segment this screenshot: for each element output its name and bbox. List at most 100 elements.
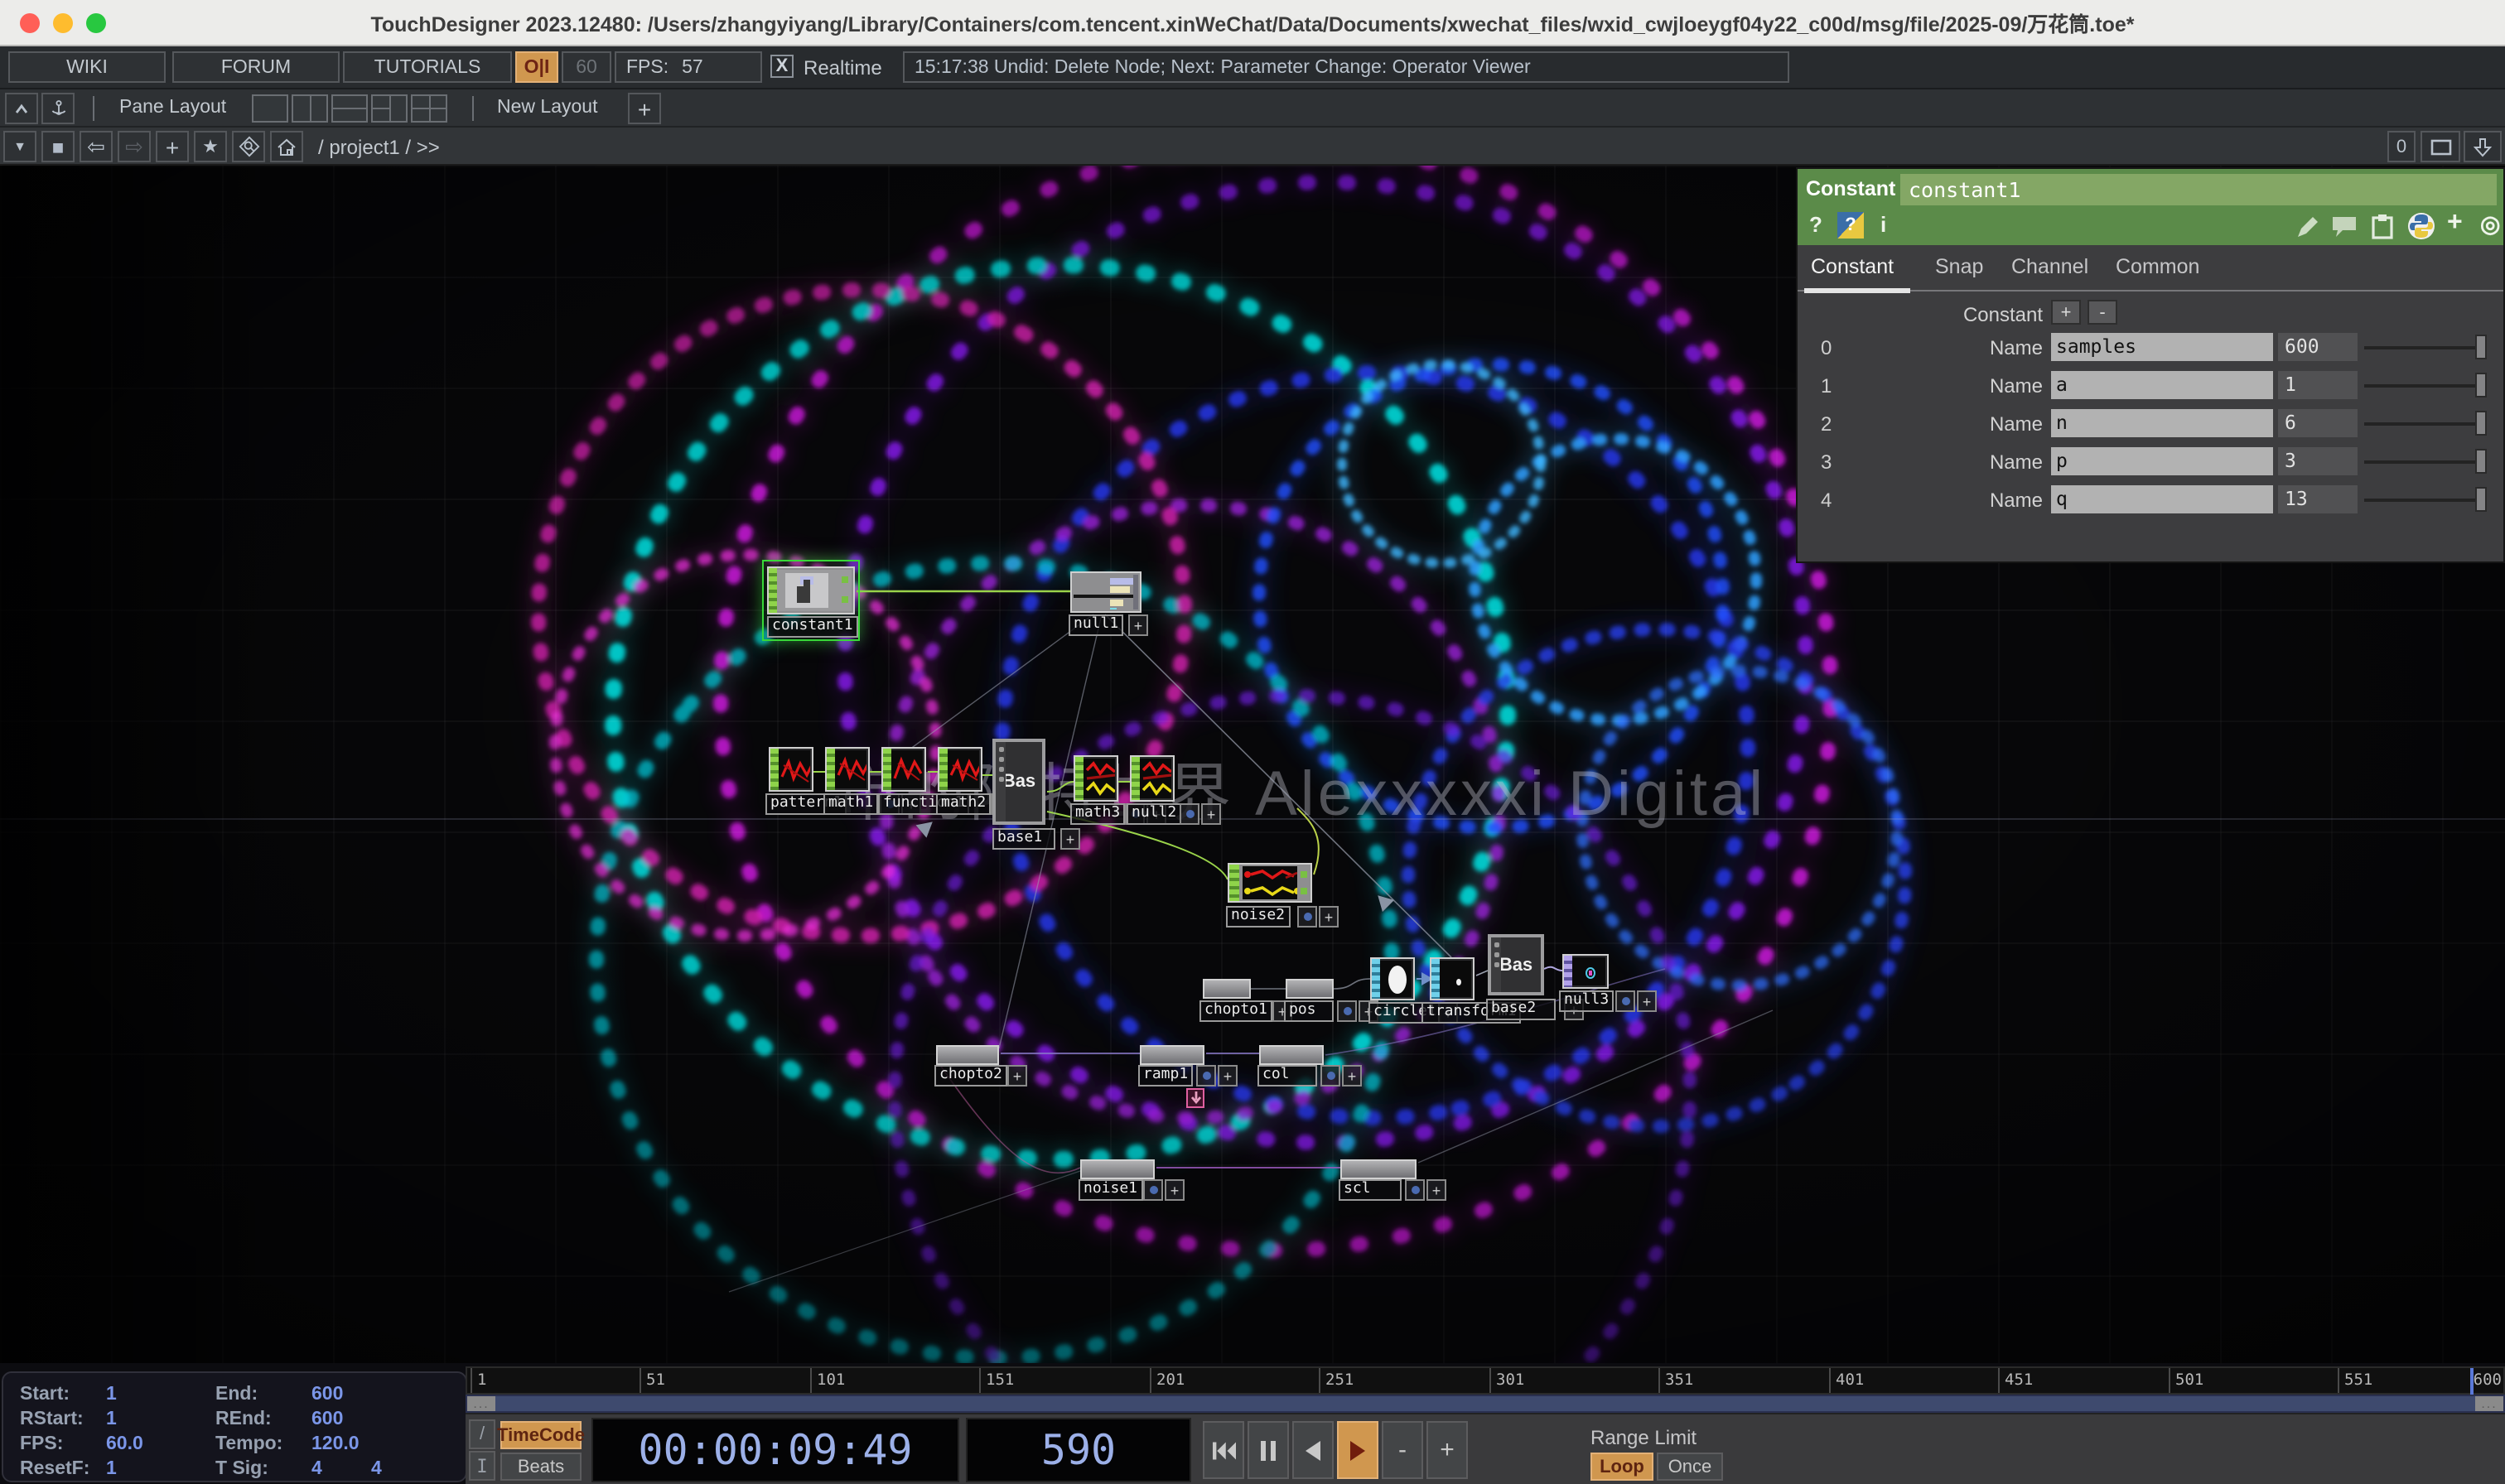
playhead[interactable]: [2470, 1368, 2474, 1396]
start-value[interactable]: 1: [106, 1385, 117, 1404]
node-label-ramp1[interactable]: ramp1: [1138, 1065, 1193, 1086]
node-viewer-toggle[interactable]: [1320, 1065, 1340, 1086]
timeline-range-bar[interactable]: ... ...: [466, 1395, 2505, 1413]
add-operator-button[interactable]: +: [156, 131, 189, 162]
node-math2[interactable]: [938, 747, 982, 792]
navigate-forward-button[interactable]: ⇨: [118, 131, 151, 162]
tab-common[interactable]: Common: [2116, 255, 2199, 278]
node-null2[interactable]: [1130, 755, 1175, 802]
zoom-window-button[interactable]: [86, 13, 106, 33]
timecode-mode-button[interactable]: TimeCode: [500, 1421, 582, 1449]
operator-name-field[interactable]: constant1: [1900, 173, 2497, 205]
node-label-pos[interactable]: pos: [1284, 1000, 1334, 1022]
node-label-null3[interactable]: null3: [1559, 990, 1614, 1012]
wiki-button[interactable]: WIKI: [8, 51, 166, 83]
home-network-button[interactable]: [270, 131, 303, 162]
tsig-numerator[interactable]: 4: [311, 1459, 322, 1479]
node-chopto1[interactable]: [1203, 979, 1251, 999]
target-pick-icon[interactable]: ◎: [2480, 210, 2500, 238]
node-function1[interactable]: [881, 747, 926, 792]
node-base1[interactable]: Bas: [992, 739, 1045, 825]
param-name-input[interactable]: samples: [2051, 333, 2273, 361]
timeline-mode-ibeam-button[interactable]: I: [469, 1451, 495, 1481]
node-pos[interactable]: [1286, 979, 1334, 999]
info-icon[interactable]: i: [1880, 212, 1886, 237]
node-ramp1[interactable]: [1140, 1045, 1204, 1065]
node-expand-button[interactable]: +: [1007, 1065, 1027, 1086]
realtime-checkbox[interactable]: X: [770, 55, 794, 78]
node-circle1[interactable]: [1370, 957, 1415, 1000]
close-window-button[interactable]: [20, 13, 40, 33]
tutorials-button[interactable]: TUTORIALS: [343, 51, 512, 83]
node-expand-button[interactable]: +: [1637, 990, 1657, 1012]
node-viewer-toggle[interactable]: [1180, 803, 1199, 825]
collapse-parameters-button[interactable]: [2464, 131, 2502, 162]
python-expressions-icon[interactable]: [2407, 212, 2435, 240]
node-noise1[interactable]: [1080, 1159, 1155, 1179]
param-value-field[interactable]: 3: [2278, 447, 2358, 475]
node-pattern1[interactable]: [769, 747, 813, 792]
node-math3[interactable]: [1074, 755, 1118, 802]
node-label-base1[interactable]: base1: [992, 828, 1055, 850]
node-expand-button[interactable]: +: [1201, 803, 1221, 825]
jump-to-start-button[interactable]: [1203, 1421, 1244, 1479]
node-chopto2[interactable]: [936, 1045, 999, 1065]
copy-parameters-icon[interactable]: [2371, 214, 2394, 240]
param-slider[interactable]: [2364, 485, 2487, 513]
node-viewer-toggle[interactable]: [1615, 990, 1635, 1012]
node-base2[interactable]: Bas: [1488, 934, 1544, 995]
target-fps-value[interactable]: 60: [562, 51, 611, 83]
node-label-math1[interactable]: math1: [823, 793, 878, 815]
tab-constant[interactable]: Constant: [1811, 255, 1894, 278]
end-value[interactable]: 600: [311, 1385, 343, 1404]
step-forward-button[interactable]: +: [1426, 1421, 1468, 1479]
node-label-math3[interactable]: math3: [1070, 803, 1125, 825]
range-end-handle[interactable]: ...: [2475, 1396, 2503, 1411]
resetf-value[interactable]: 1: [106, 1459, 117, 1479]
midi-oi-button[interactable]: O|I: [515, 51, 558, 83]
node-label-math2[interactable]: math2: [936, 793, 991, 815]
param-slider[interactable]: [2364, 409, 2487, 437]
remove-constant-button[interactable]: -: [2088, 300, 2117, 325]
node-expand-button[interactable]: +: [1342, 1065, 1362, 1086]
node-expand-button[interactable]: +: [1319, 906, 1339, 928]
param-label[interactable]: Name: [1897, 374, 2043, 398]
param-name-input[interactable]: n: [2051, 409, 2273, 437]
step-back-button[interactable]: -: [1382, 1421, 1423, 1479]
layout-single-button[interactable]: [252, 94, 288, 123]
beats-mode-button[interactable]: Beats: [500, 1453, 582, 1481]
node-viewer-toggle[interactable]: [1405, 1179, 1425, 1201]
param-name-input[interactable]: a: [2051, 371, 2273, 399]
node-expand-button[interactable]: +: [1165, 1179, 1185, 1201]
node-noise2[interactable]: [1228, 863, 1312, 903]
node-label-null2[interactable]: null2: [1127, 803, 1181, 825]
add-layout-button[interactable]: +: [628, 93, 661, 124]
node-label-noise1[interactable]: noise1: [1079, 1179, 1142, 1201]
once-button[interactable]: Once: [1657, 1453, 1723, 1481]
add-parameter-page-icon[interactable]: +: [2447, 209, 2463, 238]
layout-quad-button[interactable]: [411, 94, 447, 123]
node-scl[interactable]: [1340, 1159, 1417, 1179]
param-label[interactable]: Name: [1897, 336, 2043, 359]
timeline-mode-slash-button[interactable]: /: [469, 1419, 495, 1449]
maximize-pane-icon[interactable]: [5, 93, 38, 124]
param-slider[interactable]: [2364, 333, 2487, 361]
rend-value[interactable]: 600: [311, 1409, 343, 1429]
node-label-scl[interactable]: scl: [1339, 1179, 1402, 1201]
search-network-button[interactable]: [232, 131, 265, 162]
tempo-value[interactable]: 120.0: [311, 1434, 360, 1454]
param-value-field[interactable]: 1: [2278, 371, 2358, 399]
export-flag-badge[interactable]: [1186, 1088, 1204, 1108]
node-viewer-toggle[interactable]: [1297, 906, 1317, 928]
node-col[interactable]: [1259, 1045, 1324, 1065]
node-math1[interactable]: [825, 747, 870, 792]
play-reverse-button[interactable]: [1292, 1421, 1334, 1479]
python-help-icon[interactable]: ?: [1837, 212, 1864, 238]
breadcrumb[interactable]: / project1 / >>: [318, 136, 440, 159]
param-value-field[interactable]: 6: [2278, 409, 2358, 437]
floating-viewer-button[interactable]: [2421, 131, 2460, 162]
rstart-value[interactable]: 1: [106, 1409, 117, 1429]
node-expand-button[interactable]: +: [1218, 1065, 1238, 1086]
bookmark-button[interactable]: ★: [194, 131, 227, 162]
loop-button[interactable]: Loop: [1590, 1453, 1653, 1481]
